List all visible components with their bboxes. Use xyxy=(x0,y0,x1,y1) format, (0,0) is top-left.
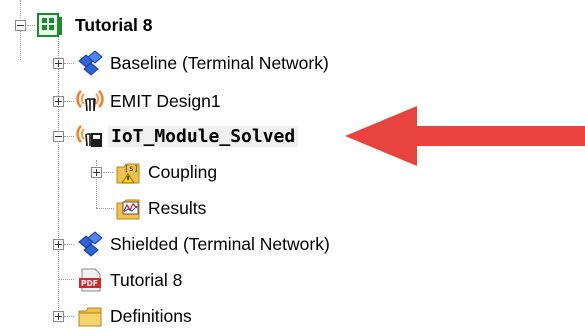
network-icon xyxy=(78,50,103,76)
tree-item-tutorial-8-pdf[interactable]: PDF Tutorial 8 xyxy=(76,265,182,295)
tree-root-project[interactable]: Tutorial 8 xyxy=(36,10,152,40)
tree-item-baseline[interactable]: Baseline (Terminal Network) xyxy=(76,48,329,78)
tree-item-coupling[interactable]: [s] Coupling xyxy=(114,157,217,187)
tree-item-label: Tutorial 8 xyxy=(75,14,153,35)
svg-text:[s]: [s] xyxy=(124,164,138,173)
callout-arrow-icon xyxy=(345,106,585,166)
tree-item-results[interactable]: Results xyxy=(114,193,206,223)
tree-item-emit-design1[interactable]: EMIT Design1 xyxy=(76,86,221,116)
tree-guide-line xyxy=(20,0,21,18)
tree-item-label: Results xyxy=(148,197,207,218)
tree-item-iot-module-solved[interactable]: IoT_Module_Solved xyxy=(76,121,299,151)
collapse-toggle[interactable] xyxy=(53,131,64,142)
tree-item-label: EMIT Design1 xyxy=(110,90,221,111)
expand-toggle[interactable] xyxy=(53,96,64,107)
tree-guide-line xyxy=(58,279,74,280)
expand-toggle[interactable] xyxy=(53,58,64,69)
tree-item-definitions[interactable]: Definitions xyxy=(76,301,192,331)
expand-toggle[interactable] xyxy=(91,167,102,178)
tree-guide-line xyxy=(64,63,74,64)
coupling-folder-icon: [s] xyxy=(116,163,140,184)
svg-text:PDF: PDF xyxy=(81,279,98,288)
tree-item-label: IoT_Module_Solved xyxy=(108,125,299,147)
pdf-icon: PDF xyxy=(79,268,101,292)
tree-item-label: Shielded (Terminal Network) xyxy=(110,233,330,254)
tree-guide-line xyxy=(64,316,74,317)
tree-item-shielded[interactable]: Shielded (Terminal Network) xyxy=(76,229,330,259)
tree-guide-line xyxy=(64,244,74,245)
tree-item-label: Coupling xyxy=(148,161,218,182)
emit-design-selected-icon xyxy=(76,125,102,147)
tree-guide-line xyxy=(20,31,21,60)
tree-item-label: Baseline (Terminal Network) xyxy=(110,52,329,73)
expand-toggle[interactable] xyxy=(53,311,64,322)
tree-guide-line xyxy=(58,36,59,320)
project-icon xyxy=(37,13,62,37)
collapse-toggle[interactable] xyxy=(15,20,26,31)
tree-item-label: Definitions xyxy=(110,305,192,326)
tree-guide-line xyxy=(103,172,113,173)
expand-toggle[interactable] xyxy=(53,239,64,250)
emit-design-icon xyxy=(76,90,104,112)
tree-guide-line xyxy=(27,25,35,26)
tree-guide-line xyxy=(64,136,74,137)
tree-guide-line xyxy=(96,208,114,209)
tree-guide-line xyxy=(64,101,74,102)
network-icon xyxy=(78,231,103,257)
results-folder-icon xyxy=(116,199,140,220)
tree-item-label: Tutorial 8 xyxy=(110,269,183,290)
